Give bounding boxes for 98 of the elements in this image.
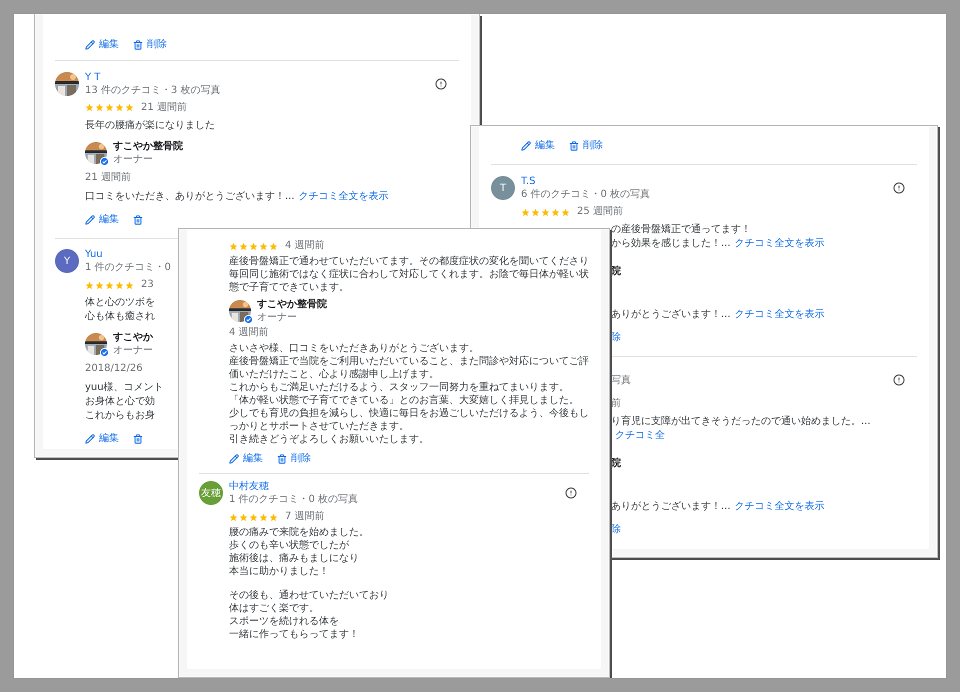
review-text: 長年の腰痛が楽になりました (85, 118, 215, 132)
owner-role: オーナー (113, 152, 153, 166)
owner-role: オーナー (113, 344, 153, 357)
star-icon (115, 103, 124, 112)
owner-name: すこやか整骨院 (113, 140, 183, 152)
reply-text: これからもご満足いただけるよう、スタッフ一同努力を重ねてまいります。 (229, 381, 569, 394)
reply-time: 2018/12/26 (85, 362, 143, 376)
review-count: 1 件のクチコミ・0 (85, 261, 171, 274)
review-text: その後も、通わせていただいており (229, 589, 389, 602)
star-icon (105, 280, 114, 290)
reply-text: 産後骨盤矯正で当院をご利用いただいていること、また問診や対応についてご評価いただけたこと、心より感謝申し上げます。 (229, 355, 589, 381)
star-icon (239, 512, 248, 522)
star-icon (85, 103, 94, 112)
alert-icon[interactable] (435, 78, 447, 90)
review-text: 心も体も癒され (85, 310, 155, 324)
star-icon (551, 208, 560, 216)
user-avatar: 友穂 (199, 481, 223, 505)
review-text: 施術後は、痛みもましになり (229, 552, 359, 565)
review-count: 6 件のクチコミ・0 枚の写真 (521, 188, 650, 201)
reviewer-name[interactable]: Yuu (85, 248, 103, 261)
reply-time: 21 週間前 (85, 170, 131, 184)
read-more-link[interactable]: クチコミ全文を表示 (298, 190, 389, 202)
review-time: 前 (611, 397, 621, 411)
delete-button[interactable]: 削除 (569, 139, 603, 153)
star-icon (259, 512, 268, 522)
review-time: 4 週間前 (285, 239, 325, 253)
alert-icon[interactable] (893, 374, 905, 386)
star-icon (105, 103, 114, 112)
review-text: 歩くのも辛い状態でしたが (229, 539, 349, 552)
delete-button[interactable]: 削除 (277, 452, 311, 466)
reply-text: 少しでも育児の負担を減らし、快適に毎日をお過ごしいただけるよう、今後もしっかりとサポートさせていただきます。 (229, 407, 589, 433)
reply-text: さいさや様、口コミをいただきありがとうございます。 (229, 342, 479, 355)
star-icon (95, 103, 104, 112)
alert-icon[interactable] (893, 182, 905, 194)
review-text: の産後骨盤矯正で通ってます！ (611, 223, 751, 237)
read-more-link[interactable]: クチコミ全 (615, 430, 665, 441)
reply-text: 口コミをいただき、ありがとうございます！... クチコミ全文を表示 (85, 190, 389, 204)
user-avatar: T (491, 176, 515, 200)
verified-icon (244, 315, 253, 324)
user-avatar: Y (55, 249, 79, 273)
verified-icon (100, 348, 109, 357)
owner-name: すこやか (113, 331, 153, 344)
star-icon (125, 280, 134, 290)
reply-text: ありがとうございます！... クチコミ全文を表示 (611, 308, 825, 322)
star-icon (259, 242, 268, 250)
star-icon (541, 208, 550, 216)
owner-name: すこやか整骨院 (257, 298, 327, 311)
review-text: 産後骨盤矯正で通わせていただいてます。その都度症状の変化を聞いてくださり毎回同じ施術ではなく症状に合わして対応してくれます。お陰で毎日体が軽い状態で子育てできています。 (229, 255, 589, 294)
alert-icon[interactable] (565, 487, 577, 499)
edit-button[interactable]: 編集 (521, 139, 555, 153)
reply-text: これからもお身 (85, 409, 155, 423)
review-time: 25 週間前 (577, 205, 623, 219)
star-icon (95, 280, 104, 290)
review-time: 21 週間前 (141, 100, 187, 114)
edit-button[interactable]: 編集 (85, 432, 119, 446)
star-icon (531, 208, 540, 216)
star-icon (239, 242, 248, 250)
review-count: 1 件のクチコミ・0 枚の写真 (229, 493, 358, 506)
star-icon (269, 512, 278, 522)
owner-role: オーナー (257, 311, 297, 324)
star-icon (115, 280, 124, 290)
reply-text: yuu様、コメント (85, 381, 164, 395)
reviewer-name[interactable]: Y T (85, 70, 100, 84)
review-text: 体と心のツボを (85, 296, 155, 310)
reply-text: 引き続きどうぞよろしくお願いいたします。 (229, 433, 429, 446)
delete-button[interactable]: 削除 (133, 38, 167, 52)
review-time: 7 週間前 (285, 510, 325, 524)
review-time: 23 (141, 278, 154, 292)
reply-text: お身体と心で効 (85, 395, 155, 409)
star-icon (229, 242, 238, 250)
read-more-link[interactable]: クチコミ全文を表示 (734, 238, 825, 249)
review-text: から効果を感じました！... クチコミ全文を表示 (611, 237, 825, 251)
review-text: 本当に助かりました！ (229, 565, 329, 578)
star-icon (85, 280, 94, 290)
reply-text: 「体が軽い状態で子育てできている」とのお言葉、大変嬉しく拝見しました。 (229, 394, 579, 407)
review-text: 一緒に作ってもらってます！ (229, 628, 359, 641)
review-text: 腰の痛みで来院を始めました。 (229, 526, 369, 539)
edit-button[interactable]: 編集 (85, 38, 119, 52)
star-icon (229, 512, 238, 522)
edit-button[interactable]: 編集 (85, 212, 119, 226)
review-text: り育児に支障が出てきそうだったので通い始めました。... クチコミ全 (611, 415, 872, 443)
review-text: 体はすごく楽です。 (229, 602, 319, 615)
reviewer-name[interactable]: T.S (521, 175, 536, 188)
star-icon (561, 208, 570, 216)
star-icon (249, 242, 258, 250)
review-text: スポーツを続けれる体を (229, 615, 339, 628)
edit-button[interactable]: 編集 (229, 452, 263, 466)
reviewer-name[interactable]: 中村友穂 (229, 480, 269, 493)
reply-text: ありがとうございます！... クチコミ全文を表示 (611, 500, 825, 514)
review-count: 13 件のクチコミ・3 枚の写真 (85, 84, 220, 96)
verified-icon (100, 156, 109, 166)
star-icon (249, 512, 258, 522)
star-icon (125, 103, 134, 112)
read-more-link[interactable]: クチコミ全文を表示 (734, 309, 825, 320)
star-icon (521, 208, 530, 216)
read-more-link[interactable]: クチコミ全文を表示 (734, 501, 825, 512)
star-icon (269, 242, 278, 250)
reply-time: 4 週間前 (229, 326, 269, 340)
